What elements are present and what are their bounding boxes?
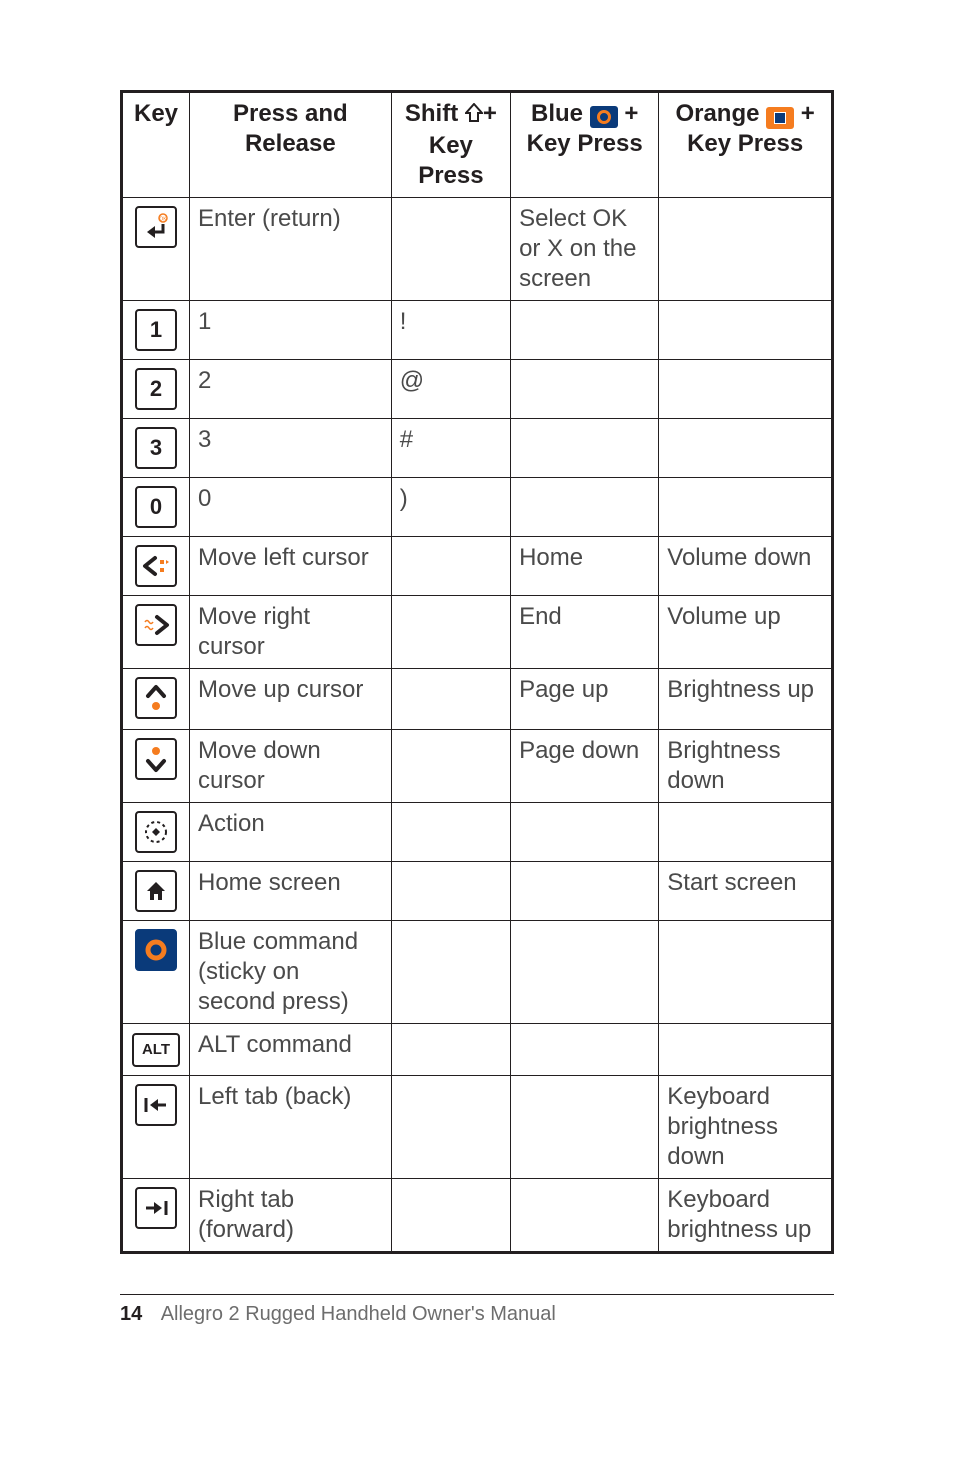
table-row: ALT ALT command [122,1024,833,1076]
page-footer: 14 Allegro 2 Rugged Handheld Owner's Man… [120,1303,834,1326]
col-blue: Blue + Key Press [511,92,659,198]
footer-divider [120,1294,834,1295]
right-arrow-key-icon [135,604,177,646]
table-row: Left tab (back) Keyboard brightness down [122,1076,833,1179]
zero-key-icon: 0 [135,486,177,528]
table-row: Home screen Start screen [122,862,833,921]
table-row: Move up cursor Page up Brightness up [122,669,833,730]
two-key-icon: 2 [135,368,177,410]
key-function-table: Key Press and Release Shift + Key Press … [120,90,834,1254]
up-arrow-key-icon [135,677,177,719]
table-row: Move down cursor Page down Brightness do… [122,730,833,803]
col-shift: Shift + Key Press [391,92,510,198]
blue-donut-icon [590,106,618,128]
alt-key-icon: ALT [132,1033,180,1067]
left-arrow-key-icon [135,545,177,587]
blue-command-key-icon [135,929,177,971]
table-row: 2 2 @ [122,360,833,419]
table-row: 0 0 ) [122,478,833,537]
col-key: Key [122,92,190,198]
col-orange: Orange + Key Press [659,92,833,198]
manual-title: Allegro 2 Rugged Handheld Owner's Manual [161,1303,556,1325]
right-tab-key-icon [135,1187,177,1229]
page-number: 14 [120,1303,142,1325]
table-row: Blue command (sticky on second press) [122,921,833,1024]
table-row: Action [122,803,833,862]
home-key-icon [135,870,177,912]
orange-square-icon [766,107,794,129]
table-row: Right tab (forward) Keyboard brightness … [122,1179,833,1253]
col-press: Press and Release [190,92,392,198]
three-key-icon: 3 [135,427,177,469]
enter-key-icon: OK [135,206,177,248]
table-row: Move left cursor Home Volume down [122,537,833,596]
action-key-icon [135,811,177,853]
one-key-icon: 1 [135,309,177,351]
down-arrow-key-icon [135,738,177,780]
table-row: 1 1 ! [122,301,833,360]
svg-text:OK: OK [159,217,167,223]
left-tab-key-icon [135,1084,177,1126]
table-row: OK Enter (return) Select OK or X on the … [122,198,833,301]
table-row: Move right cursor End Volume up [122,596,833,669]
table-row: 3 3 # [122,419,833,478]
shift-icon [465,101,483,131]
